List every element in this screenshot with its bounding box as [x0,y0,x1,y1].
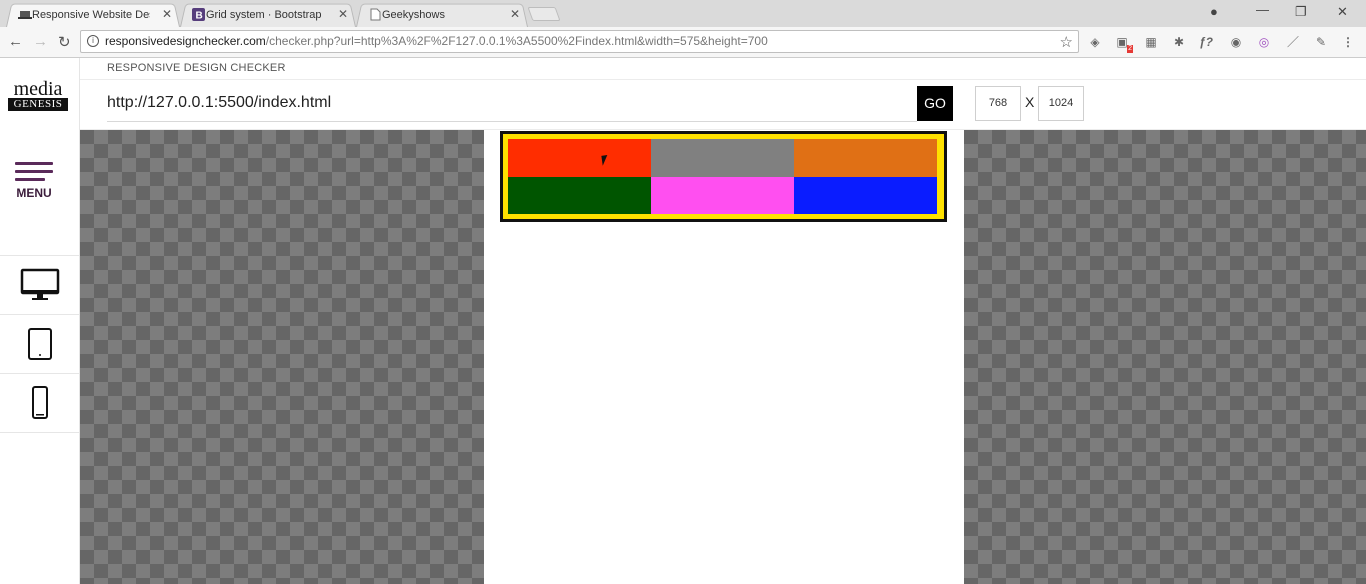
menu-button[interactable]: MENU [15,162,55,200]
extension-puzzle-icon[interactable]: ✱ [1171,34,1187,50]
extension-image-icon[interactable]: ▦ [1143,34,1159,50]
extension-font-icon[interactable]: ƒ? [1198,34,1214,50]
url-path: /checker.php?url=http%3A%2F%2F127.0.0.1%… [265,34,768,48]
browser-toolbar: ← → ↻ i responsivedesignchecker.com/chec… [0,27,1366,58]
mouse-cursor-icon [601,154,615,166]
grid-cell-gray [651,139,794,177]
bootstrap-b-icon: B [192,8,205,22]
transparent-background-right [964,130,1366,584]
grid-cell-green [508,177,651,214]
extension-signal-icon[interactable]: ◎ [1256,34,1272,50]
extension-badge-icon[interactable]: ▣ 2 [1114,34,1133,53]
menu-label: MENU [16,186,52,200]
close-tab-icon[interactable]: ✕ [510,7,520,21]
minimize-icon[interactable]: — [1256,2,1269,17]
grid-cell-red [508,139,651,177]
extension-badge-count: 2 [1127,45,1133,53]
tab-grid-system[interactable]: B Grid system · Bootstrap ✕ [180,2,356,27]
height-input[interactable]: 1024 [1038,86,1084,121]
close-tab-icon[interactable]: ✕ [338,7,348,21]
tab-title: Grid system · Bootstrap [206,8,322,21]
bookmark-star-icon[interactable]: ☆ [1060,32,1073,52]
extension-pen-icon[interactable]: ／ [1285,34,1301,50]
profile-icon[interactable]: ● [1210,4,1218,19]
info-icon[interactable]: i [87,35,99,47]
grid-cell-pink [651,177,794,214]
page-title: RESPONSIVE DESIGN CHECKER [107,62,286,74]
forward-icon[interactable]: → [33,33,48,50]
logo-text-bottom: GENESIS [8,98,68,111]
phone-icon [31,386,48,419]
reload-icon[interactable]: ↻ [58,33,71,51]
close-window-icon[interactable]: ✕ [1337,4,1348,20]
svg-text:B: B [196,11,203,22]
tab-geekyshows[interactable]: Geekyshows ✕ [356,2,528,27]
media-genesis-logo[interactable]: media GENESIS [8,78,68,111]
tab-title: Geekyshows [382,8,445,21]
restore-icon[interactable]: ❐ [1295,4,1307,20]
grid-container [500,131,947,222]
tablet-view-button[interactable] [0,315,79,373]
eyedropper-icon[interactable]: ✎ [1313,34,1329,50]
checker-header: RESPONSIVE DESIGN CHECKER http://127.0.0… [80,58,1366,130]
hamburger-icon [15,162,53,165]
divider [0,432,79,433]
transparent-background-left [80,130,484,584]
url-host: responsivedesignchecker.com [105,34,266,48]
chrome-menu-icon[interactable]: ⋮ [1340,34,1356,50]
new-tab-button[interactable] [527,7,561,21]
address-bar[interactable]: i responsivedesignchecker.com/checker.ph… [80,30,1079,53]
go-button[interactable]: GO [917,86,953,121]
back-icon[interactable]: ← [8,33,23,50]
preview-frame[interactable] [484,130,964,584]
tablet-icon [27,328,52,360]
tab-strip: Responsive Website Des ✕ B Grid system ·… [0,0,1366,27]
grid-cell-orange [794,139,937,177]
laptop-icon [18,11,32,19]
desktop-view-button[interactable] [0,256,79,314]
page-icon [370,8,381,21]
sidebar: media GENESIS MENU [0,58,80,584]
dimension-separator: X [1025,94,1035,110]
grid-cell-blue [794,177,937,214]
desktop-icon [20,268,59,300]
close-tab-icon[interactable]: ✕ [162,7,172,21]
extension-cube-icon[interactable]: ◈ [1087,34,1103,50]
width-input[interactable]: 768 [975,86,1021,121]
url-input[interactable]: http://127.0.0.1:5500/index.html [107,88,917,122]
extension-camera-icon[interactable]: ◉ [1228,34,1244,50]
tab-title: Responsive Website Des [32,8,150,21]
phone-view-button[interactable] [0,374,79,432]
logo-text-top: media [13,78,63,100]
tab-responsive-website[interactable]: Responsive Website Des ✕ [6,2,180,27]
